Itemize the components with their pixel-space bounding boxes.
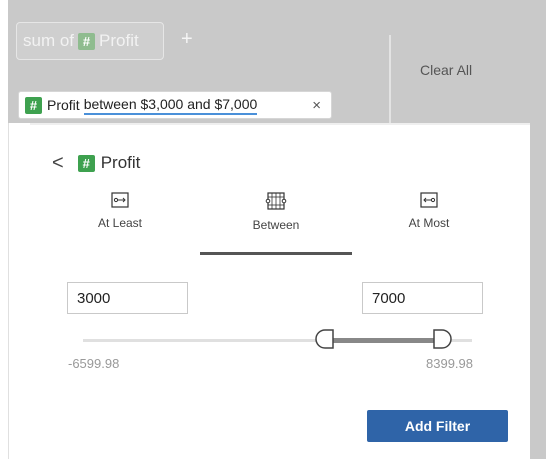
tab-between[interactable]: Between [201,192,351,232]
min-slider-handle[interactable] [313,328,335,350]
panel-field-title: Profit [100,153,141,172]
measure-hash-icon: # [78,32,96,50]
tab-label: At Most [408,216,450,230]
measure-hash-icon: # [77,154,95,172]
tab-label: At Least [97,216,143,230]
measure-pill[interactable]: sum of # Profit [16,22,164,60]
range-slider-selection [325,338,440,343]
measure-hash-icon: # [25,96,42,114]
between-icon [265,192,287,210]
panel-divider [30,123,530,125]
pill-prefix: sum of [23,31,75,50]
clear-all-button[interactable]: Clear All [420,62,472,78]
panel-header: < # Profit [52,150,140,176]
filter-chip-condition: between $3,000 and $7,000 [83,96,258,115]
range-min-label: -6599.98 [68,356,120,371]
add-pill-button[interactable]: + [181,28,193,51]
max-value-input[interactable] [362,282,483,314]
at-most-icon [420,192,438,208]
tab-at-least[interactable]: At Least [45,192,195,230]
back-chevron-icon[interactable]: < [52,152,64,175]
tab-at-most[interactable]: At Most [354,192,504,230]
at-least-icon [111,192,129,208]
background-edge [0,0,8,475]
background-bottom [0,459,546,475]
range-max-label: 8399.98 [426,356,473,371]
pill-field: Profit [99,31,139,50]
add-filter-button[interactable]: Add Filter [367,410,508,442]
close-icon[interactable]: × [312,97,321,114]
divider [389,35,391,123]
max-slider-handle[interactable] [432,328,454,350]
filter-chip-field: Profit [47,97,80,113]
tab-label: Between [252,218,300,232]
selected-tab-indicator [200,252,352,255]
filter-chip[interactable]: # Profit between $3,000 and $7,000 × [18,91,332,119]
min-value-input[interactable] [67,282,188,314]
